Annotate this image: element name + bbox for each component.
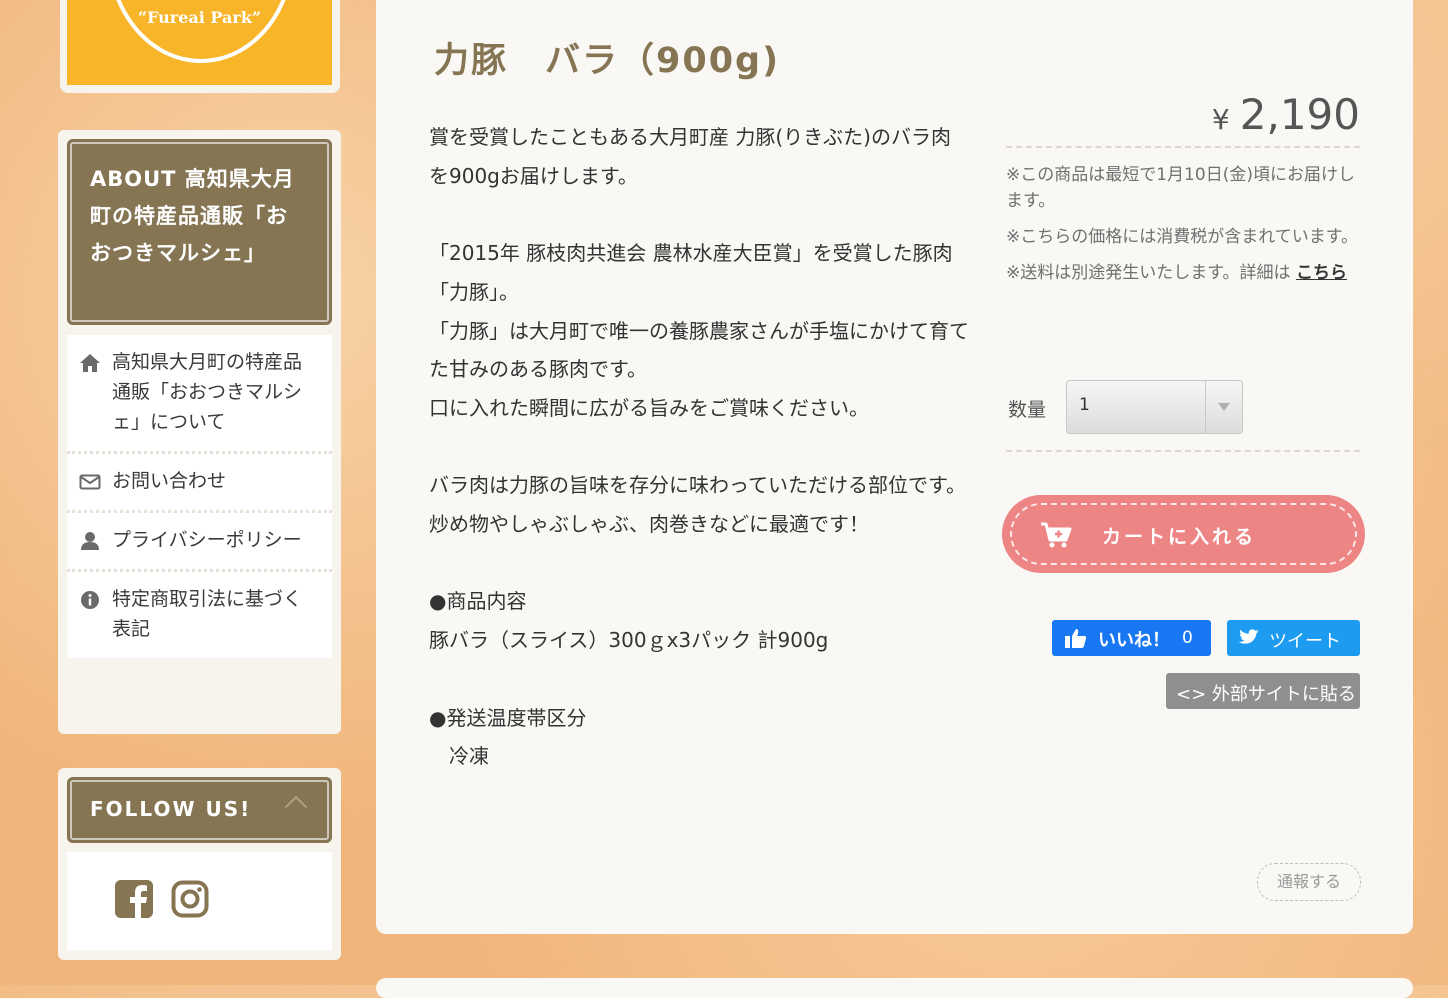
follow-heading-box: FOLLOW US! bbox=[67, 777, 332, 843]
follow-card: FOLLOW US! bbox=[58, 768, 341, 960]
about-card: ABOUT 高知県大月町の特産品通販「おおつきマルシェ」 高知県大月町の特産品通… bbox=[58, 130, 341, 734]
follow-body bbox=[67, 852, 332, 950]
description-line bbox=[429, 544, 969, 583]
menu-item-about[interactable]: 高知県大月町の特産品通販「おおつきマルシェ」について bbox=[67, 335, 332, 454]
cart-button-label: カートに入れる bbox=[1102, 526, 1257, 548]
embed-external-button[interactable]: <> 外部サイトに貼る bbox=[1166, 673, 1360, 709]
add-to-cart-button[interactable]: カートに入れる bbox=[1002, 495, 1365, 573]
facebook-icon[interactable] bbox=[115, 880, 153, 918]
about-title: ABOUT 高知県大月町の特産品通販「おおつきマルシェ」 bbox=[90, 167, 295, 265]
thumbs-up-icon bbox=[1065, 629, 1087, 648]
menu-item-label: プライバシーポリシー bbox=[112, 529, 302, 551]
description-line bbox=[429, 660, 969, 699]
note-postage-text: ※送料は別途発生いたします。詳細は bbox=[1006, 263, 1291, 283]
cart-plus-icon bbox=[1041, 522, 1072, 548]
about-heading-box: ABOUT 高知県大月町の特産品通販「おおつきマルシェ」 bbox=[67, 139, 332, 325]
price-area: ¥2,190 ※この商品は最短で1月10日(金)頃にお届けします。 ※こちらの価… bbox=[1006, 90, 1360, 296]
instagram-icon[interactable] bbox=[171, 880, 209, 918]
quantity-select[interactable]: 1 bbox=[1066, 380, 1243, 434]
next-section-panel bbox=[376, 978, 1413, 998]
description-line: バラ肉は力豚の旨味を存分に味わっていただける部位です。炒め物やしゃぶしゃぶ、肉巻… bbox=[429, 473, 966, 537]
product-title: 力豚 バラ（900g) bbox=[434, 41, 781, 81]
description-line: 豚バラ（スライス）300ｇx3パック 計900g bbox=[429, 628, 829, 653]
about-menu: 高知県大月町の特産品通販「おおつきマルシェ」について お問い合わせ プライバシー… bbox=[67, 335, 332, 658]
logo-card: “Fureai Park” bbox=[60, 0, 340, 93]
product-price: ¥2,190 bbox=[1006, 90, 1360, 148]
price-value: 2,190 bbox=[1239, 90, 1360, 139]
description-line: 「2015年 豚枝肉共進会 農林水産大臣賞」を受賞した豚肉「力豚」。 bbox=[429, 241, 953, 304]
description-line bbox=[429, 195, 969, 234]
user-icon bbox=[81, 532, 99, 550]
tweet-label: ツイート bbox=[1269, 631, 1341, 652]
menu-item-contact[interactable]: お問い合わせ bbox=[67, 454, 332, 513]
chevron-up-icon bbox=[284, 795, 308, 819]
note-shipping-date: ※この商品は最短で1月10日(金)頃にお届けします。 bbox=[1006, 165, 1355, 211]
postage-details-link[interactable]: こちら bbox=[1296, 263, 1347, 283]
menu-item-legal[interactable]: 特定商取引法に基づく表記 bbox=[67, 572, 332, 658]
report-button[interactable]: 通報する bbox=[1257, 863, 1361, 901]
like-count: 0 bbox=[1182, 628, 1193, 648]
envelope-icon bbox=[79, 474, 101, 490]
description-line: ●商品内容 bbox=[429, 589, 527, 614]
description-line: 冷凍 bbox=[429, 744, 489, 769]
product-main-panel: 力豚 バラ（900g) 賞を受賞したこともある大月町産 力豚(りきぶた)のバラ肉… bbox=[376, 0, 1413, 934]
description-line: 「力豚」は大月町で唯一の養豚農家さんが手塩にかけて育てた甘みのある豚肉です。 bbox=[429, 318, 969, 382]
description-line: 賞を受賞したこともある大月町産 力豚(りきぶた)のバラ肉を900gお届けします。 bbox=[429, 125, 951, 188]
description-line bbox=[429, 428, 969, 467]
note-tax: ※こちらの価格には消費税が含まれています。 bbox=[1006, 227, 1359, 247]
quantity-row: 数量 1 bbox=[1006, 380, 1360, 452]
site-logo[interactable]: “Fureai Park” bbox=[67, 0, 332, 85]
description-line: 口に入れた瞬間に広がる旨みをご賞味ください。 bbox=[429, 395, 869, 420]
currency-symbol: ¥ bbox=[1211, 103, 1230, 136]
menu-item-label: お問い合わせ bbox=[112, 470, 227, 492]
home-icon bbox=[80, 354, 100, 372]
price-notes: ※この商品は最短で1月10日(金)頃にお届けします。 ※こちらの価格には消費税が… bbox=[1006, 162, 1360, 286]
description-line: ●発送温度帯区分 bbox=[429, 705, 587, 730]
info-circle-icon bbox=[81, 591, 99, 609]
menu-item-label: 特定商取引法に基づく表記 bbox=[112, 588, 303, 640]
chevron-down-icon bbox=[1205, 381, 1242, 433]
follow-title: FOLLOW US! bbox=[90, 797, 252, 821]
quantity-label: 数量 bbox=[1008, 399, 1047, 421]
twitter-bird-icon bbox=[1238, 629, 1259, 644]
product-description: 賞を受賞したこともある大月町産 力豚(りきぶた)のバラ肉を900gお届けします。… bbox=[429, 118, 969, 776]
note-postage: ※送料は別途発生いたします。詳細は こちら bbox=[1006, 260, 1360, 286]
facebook-like-button[interactable]: いいね！ 0 bbox=[1052, 620, 1211, 656]
like-label: いいね！ bbox=[1098, 630, 1170, 651]
menu-item-privacy[interactable]: プライバシーポリシー bbox=[67, 513, 332, 572]
logo-text: “Fureai Park” bbox=[137, 8, 262, 27]
quantity-value: 1 bbox=[1079, 395, 1090, 415]
menu-item-label: 高知県大月町の特産品通販「おおつきマルシェ」について bbox=[112, 351, 303, 433]
embed-label: <> 外部サイトに貼る bbox=[1176, 684, 1356, 705]
tweet-button[interactable]: ツイート bbox=[1227, 620, 1360, 656]
